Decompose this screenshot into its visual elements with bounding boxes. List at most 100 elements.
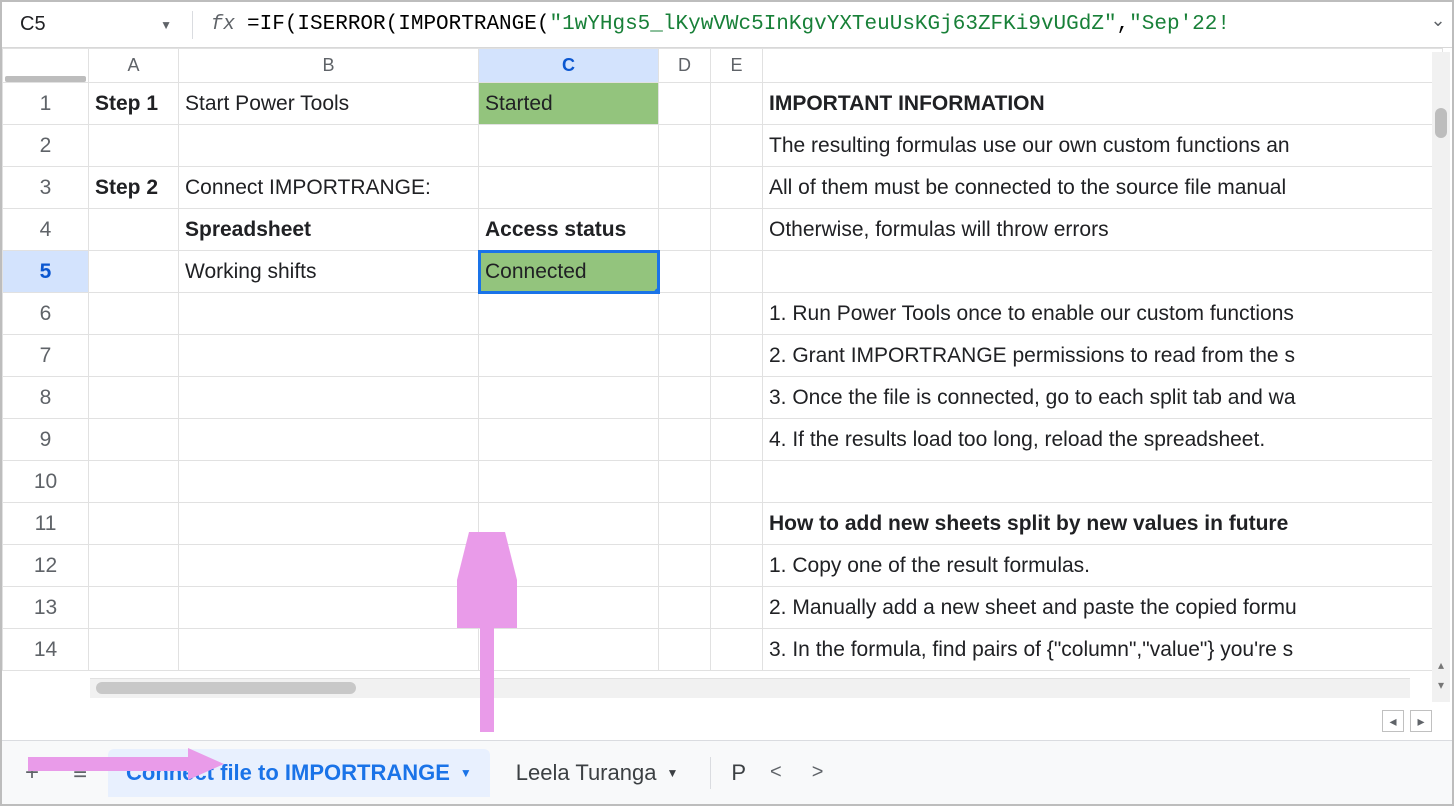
row-header[interactable]: 14	[3, 629, 89, 671]
cell[interactable]	[89, 587, 179, 629]
row-header[interactable]: 3	[3, 167, 89, 209]
scroll-thumb[interactable]	[1435, 108, 1447, 138]
select-all-corner[interactable]	[3, 49, 89, 83]
cell[interactable]	[89, 125, 179, 167]
col-header-B[interactable]: B	[179, 49, 479, 83]
cell[interactable]	[711, 419, 763, 461]
cell[interactable]	[179, 503, 479, 545]
cell[interactable]	[711, 251, 763, 293]
cell[interactable]: The resulting formulas use our own custo…	[763, 125, 1443, 167]
cell[interactable]: Start Power Tools	[179, 83, 479, 125]
cell[interactable]	[711, 545, 763, 587]
cell[interactable]	[711, 209, 763, 251]
vertical-scrollbar[interactable]: ▴ ▾	[1432, 52, 1450, 702]
cell[interactable]: 3. Once the file is connected, go to eac…	[763, 377, 1443, 419]
cell[interactable]	[179, 587, 479, 629]
cell[interactable]	[659, 377, 711, 419]
cell[interactable]: Otherwise, formulas will throw errors	[763, 209, 1443, 251]
cell[interactable]	[659, 251, 711, 293]
cell[interactable]: Spreadsheet	[179, 209, 479, 251]
cell[interactable]	[711, 167, 763, 209]
cell[interactable]	[479, 419, 659, 461]
cell[interactable]	[711, 293, 763, 335]
expand-formula-icon[interactable]: ⌄	[1426, 10, 1450, 34]
scroll-thumb[interactable]	[96, 682, 356, 694]
cell[interactable]	[659, 503, 711, 545]
row-header[interactable]: 12	[3, 545, 89, 587]
add-sheet-button[interactable]: +	[12, 753, 52, 793]
sheet-tab[interactable]: Leela Turanga ▼	[498, 749, 697, 797]
cell[interactable]	[763, 461, 1443, 503]
cell[interactable]	[711, 461, 763, 503]
spreadsheet-grid[interactable]: A B C D E 1 Step 1 Start Power Tools Sta…	[2, 48, 1452, 698]
cell[interactable]	[179, 629, 479, 671]
cell[interactable]	[479, 377, 659, 419]
cell[interactable]	[479, 125, 659, 167]
cell[interactable]	[179, 293, 479, 335]
cell[interactable]: How to add new sheets split by new value…	[763, 503, 1443, 545]
cell[interactable]	[179, 377, 479, 419]
cell[interactable]	[479, 335, 659, 377]
formula-input[interactable]: =IF(ISERROR(IMPORTRANGE("1wYHgs5_lKywVWc…	[247, 13, 1444, 36]
chevron-down-icon[interactable]: ▼	[460, 766, 472, 780]
cell[interactable]	[89, 503, 179, 545]
cell[interactable]	[479, 545, 659, 587]
cell[interactable]	[711, 629, 763, 671]
col-header-A[interactable]: A	[89, 49, 179, 83]
cell[interactable]: 1. Copy one of the result formulas.	[763, 545, 1443, 587]
col-header-C[interactable]: C	[479, 49, 659, 83]
cell[interactable]	[479, 167, 659, 209]
cell[interactable]	[479, 293, 659, 335]
all-sheets-button[interactable]: ≡	[60, 753, 100, 793]
row-header[interactable]: 1	[3, 83, 89, 125]
cell[interactable]	[659, 293, 711, 335]
cell[interactable]	[179, 125, 479, 167]
cell[interactable]	[659, 335, 711, 377]
cell[interactable]: 2. Manually add a new sheet and paste th…	[763, 587, 1443, 629]
cell[interactable]	[763, 251, 1443, 293]
cell[interactable]	[89, 209, 179, 251]
col-header-D[interactable]: D	[659, 49, 711, 83]
cell[interactable]	[179, 335, 479, 377]
cell[interactable]: 2. Grant IMPORTRANGE permissions to read…	[763, 335, 1443, 377]
tab-prev-icon[interactable]: <	[770, 761, 782, 784]
row-header[interactable]: 6	[3, 293, 89, 335]
cell[interactable]: Connect IMPORTRANGE:	[179, 167, 479, 209]
cell[interactable]	[659, 419, 711, 461]
cell[interactable]	[89, 335, 179, 377]
cell[interactable]	[479, 587, 659, 629]
cell[interactable]: Started	[479, 83, 659, 125]
row-header[interactable]: 2	[3, 125, 89, 167]
row-header[interactable]: 9	[3, 419, 89, 461]
cell[interactable]	[659, 461, 711, 503]
tab-next-icon[interactable]: >	[812, 761, 824, 784]
cell[interactable]	[479, 503, 659, 545]
row-header[interactable]: 13	[3, 587, 89, 629]
row-header[interactable]: 5	[3, 251, 89, 293]
cell[interactable]	[89, 293, 179, 335]
cell[interactable]: Working shifts	[179, 251, 479, 293]
cell[interactable]	[659, 125, 711, 167]
cell[interactable]	[179, 545, 479, 587]
cell[interactable]	[179, 419, 479, 461]
cell[interactable]	[711, 587, 763, 629]
cell[interactable]	[659, 83, 711, 125]
cell[interactable]	[711, 377, 763, 419]
cell[interactable]	[89, 377, 179, 419]
sheet-tab-partial[interactable]: P	[725, 749, 752, 797]
sheet-tab-active[interactable]: Connect file to IMPORTRANGE ▼	[108, 749, 490, 797]
col-header-E[interactable]: E	[711, 49, 763, 83]
col-header-F[interactable]	[763, 49, 1443, 83]
chevron-down-icon[interactable]: ▼	[160, 18, 172, 32]
row-header[interactable]: 10	[3, 461, 89, 503]
scroll-down-icon[interactable]: ▾	[1435, 678, 1447, 690]
row-header[interactable]: 4	[3, 209, 89, 251]
cell[interactable]: IMPORTANT INFORMATION	[763, 83, 1443, 125]
cell[interactable]	[659, 167, 711, 209]
horizontal-scrollbar[interactable]	[90, 678, 1410, 698]
cell[interactable]	[659, 629, 711, 671]
cell[interactable]	[89, 461, 179, 503]
cell[interactable]	[659, 587, 711, 629]
name-box[interactable]: C5 ▼	[10, 9, 180, 41]
cell[interactable]	[659, 545, 711, 587]
